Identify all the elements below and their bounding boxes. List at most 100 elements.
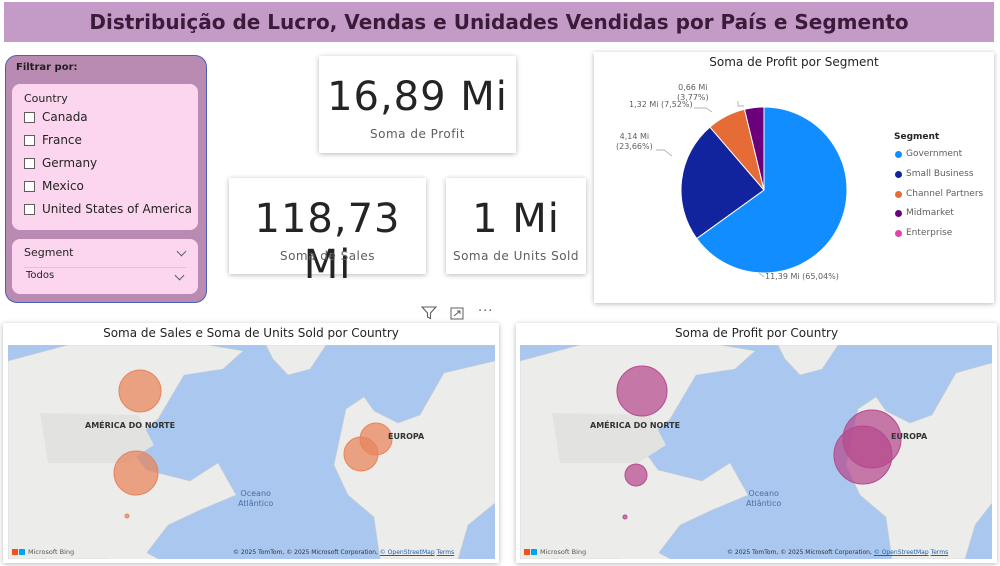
more-options-icon[interactable]: ··· (478, 304, 493, 319)
slice-label-line: 0,66 Mi (678, 83, 708, 92)
country-option-label: Mexico (42, 179, 84, 193)
filter-icon[interactable] (420, 306, 438, 324)
legend-dot (895, 209, 902, 217)
filter-panel-title: Filtrar por: (16, 62, 78, 73)
kpi-profit-value: 16,89 Mi (327, 74, 508, 120)
bubble-layer (113, 369, 393, 519)
legend-item-enterprise[interactable]: Enterprise (895, 228, 952, 238)
country-option-germany[interactable]: Germany (24, 156, 97, 170)
checkbox-icon[interactable] (24, 134, 35, 146)
country-option-france[interactable]: France (24, 133, 82, 147)
country-slicer-header: Country (24, 92, 68, 105)
leader-line-channel-partners (694, 107, 713, 113)
terms-link[interactable]: Terms (437, 549, 455, 556)
checkbox-icon[interactable] (24, 111, 35, 123)
osm-link[interactable]: © OpenStreetMap (380, 549, 435, 556)
checkbox-icon[interactable] (24, 157, 35, 169)
slice-label-government: 11,39 Mi (65,04%) (765, 272, 839, 281)
divider (24, 267, 186, 268)
slice-label-small-business: 4,14 Mi (23,66%) (616, 132, 653, 152)
country-bubble-usa[interactable] (113, 450, 159, 496)
focus-mode-icon[interactable] (450, 307, 464, 324)
country-bubble-canada[interactable] (118, 369, 162, 413)
slice-label-line: (23,66%) (616, 142, 653, 151)
checkbox-icon[interactable] (24, 203, 35, 215)
map-profit-area[interactable]: AMÉRICA DO NORTE EUROPA Oceano Atlântico… (520, 345, 992, 559)
legend-label: Small Business (906, 169, 974, 179)
legend-item-midmarket[interactable]: Midmarket (895, 208, 954, 218)
page-title: Distribuição de Lucro, Vendas e Unidades… (4, 2, 994, 42)
copyright-text: © 2025 TomTom, © 2025 Microsoft Corporat… (233, 549, 378, 556)
chevron-down-icon[interactable] (174, 270, 185, 281)
terms-link[interactable]: Terms (931, 549, 949, 556)
map-copyright: © 2025 TomTom, © 2025 Microsoft Corporat… (233, 549, 454, 556)
leader-line-small-business (656, 149, 673, 157)
legend-title: Segment (894, 132, 940, 142)
country-option-label: Germany (42, 156, 98, 170)
slice-label-line: 4,14 Mi (619, 132, 650, 141)
map-sales-title: Soma de Sales e Soma de Units Sold por C… (103, 326, 399, 340)
legend-item-small-business[interactable]: Small Business (895, 169, 974, 179)
ocean-line: Atlântico (238, 499, 274, 508)
legend-item-government[interactable]: Government (895, 149, 962, 159)
page-title-text: Distribuição de Lucro, Vendas e Unidades… (89, 10, 909, 34)
kpi-profit-label: Soma de Profit (370, 127, 465, 141)
segment-dropdown-value[interactable]: Todos (26, 270, 54, 281)
kpi-card-profit: 16,89 Mi Soma de Profit (319, 56, 516, 153)
checkbox-icon[interactable] (24, 180, 35, 192)
country-bubble-usa[interactable] (624, 463, 648, 487)
legend-label: Midmarket (906, 208, 954, 218)
bing-label: Microsoft Bing (540, 548, 587, 556)
leader-line-government (758, 272, 765, 278)
map-sales-area[interactable]: AMÉRICA DO NORTE EUROPA Oceano Atlântico… (8, 345, 495, 559)
legend-item-channel-partners[interactable]: Channel Partners (895, 189, 983, 199)
kpi-sales-value: 118,73 Mi (254, 196, 401, 288)
country-bubble-mexico[interactable] (124, 513, 130, 519)
segment-slicer-header: Segment (24, 246, 74, 259)
copyright-text: © 2025 TomTom, © 2025 Microsoft Corporat… (727, 549, 872, 556)
map-profit: Soma de Profit por Country AMÉRICA DO NO… (516, 323, 997, 563)
osm-link[interactable]: © OpenStreetMap (874, 549, 929, 556)
legend-dot (895, 229, 902, 237)
country-option-mexico[interactable]: Mexico (24, 179, 84, 193)
map-label-europe: EUROPA (891, 432, 928, 441)
country-bubble-canada[interactable] (616, 365, 668, 417)
filter-panel: Filtrar por: Country Canada France Germa… (5, 55, 207, 303)
segment-slicer[interactable]: Segment Todos (12, 239, 198, 294)
bubble-layer (616, 365, 902, 520)
country-option-canada[interactable]: Canada (24, 110, 88, 124)
legend-dot (895, 150, 902, 158)
country-option-usa[interactable]: United States of America (24, 202, 192, 216)
map-label-ocean: Oceano Atlântico (238, 489, 273, 509)
kpi-sales-label: Soma de Sales (279, 249, 376, 263)
bing-logo: Microsoft Bing (524, 548, 586, 556)
leader-line-midmarket (737, 101, 744, 107)
country-option-label: Canada (42, 110, 88, 124)
map-label-north-america: AMÉRICA DO NORTE (590, 421, 681, 430)
country-slicer[interactable]: Country Canada France Germany Mexico Uni… (12, 84, 198, 230)
kpi-units-value: 1 Mi (472, 196, 560, 242)
ocean-line: Oceano (240, 489, 271, 498)
map-label-north-america: AMÉRICA DO NORTE (85, 421, 176, 430)
map-label-ocean: Oceano Atlântico (746, 489, 781, 509)
country-bubble-mexico[interactable] (622, 514, 628, 520)
kpi-card-units: 1 Mi Soma de Units Sold (446, 178, 586, 274)
legend-label: Enterprise (906, 228, 953, 238)
legend-label: Government (906, 149, 963, 159)
slice-label-channel-partners: 1,32 Mi (7,52%) (629, 100, 693, 109)
pie-chart-card: Soma de Profit por Segment 0,66 Mi (3,77… (594, 52, 994, 303)
ocean-line: Oceano (748, 489, 779, 498)
chevron-down-icon[interactable] (176, 246, 187, 257)
map-profit-title: Soma de Profit por Country (674, 326, 839, 340)
kpi-card-sales: 118,73 Mi Soma de Sales (229, 178, 426, 288)
country-option-label: France (42, 133, 82, 147)
legend-dot (895, 190, 902, 198)
bing-label: Microsoft Bing (28, 548, 75, 556)
map-copyright: © 2025 TomTom, © 2025 Microsoft Corporat… (727, 549, 948, 556)
kpi-units-label: Soma de Units Sold (452, 249, 580, 263)
legend-dot (895, 170, 902, 178)
legend-label: Channel Partners (906, 189, 984, 199)
map-label-europe: EUROPA (388, 432, 425, 441)
ocean-line: Atlântico (746, 499, 782, 508)
map-sales-units: Soma de Sales e Soma de Units Sold por C… (3, 323, 499, 563)
